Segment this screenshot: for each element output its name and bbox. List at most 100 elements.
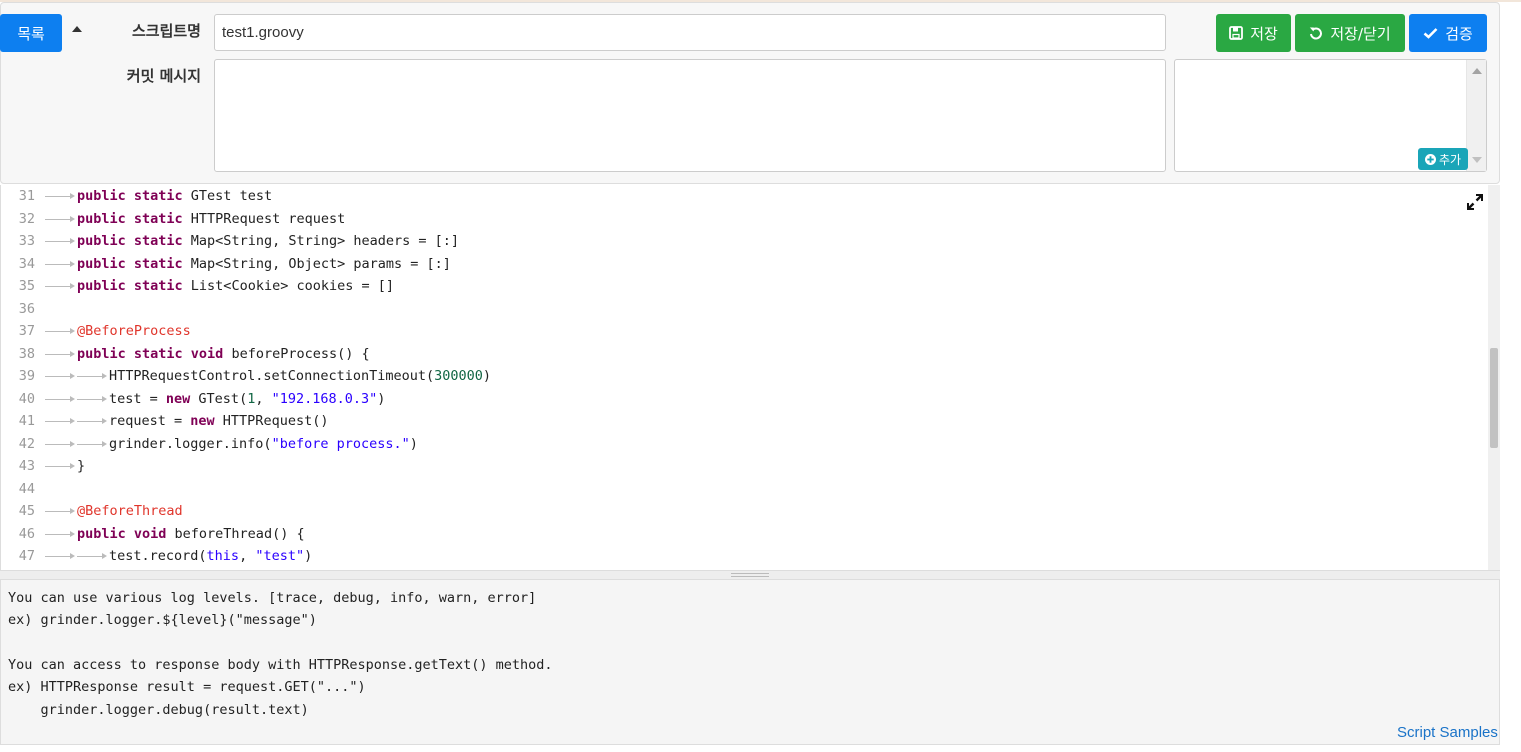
tab-arrow-icon <box>45 433 77 455</box>
code-line[interactable]: 45 @BeforeThread <box>1 500 1481 522</box>
scroll-down-icon[interactable] <box>1472 157 1482 163</box>
code-line[interactable]: 39 HTTPRequestControl.setConnectionTimeou… <box>1 365 1481 387</box>
tab-arrow-icon <box>77 545 109 567</box>
tab-arrow-icon <box>45 455 77 477</box>
save-button[interactable]: 저장 <box>1216 14 1291 52</box>
code-token: public static <box>77 188 183 204</box>
line-number: 38 <box>18 345 35 362</box>
code-line[interactable]: 31 public static GTest test <box>1 185 1481 207</box>
help-line: ex) grinder.logger.${level}("message") <box>8 612 317 628</box>
code-line[interactable]: 34 public static Map<String, Object> para… <box>1 253 1481 275</box>
code-token: beforeThread() { <box>166 525 305 542</box>
side-scrollbar[interactable] <box>1466 60 1486 171</box>
scroll-up-icon[interactable] <box>1472 68 1482 74</box>
code-text[interactable]: test.record(this, "test") <box>45 545 312 567</box>
code-line[interactable]: 38 public static void beforeProcess() { <box>1 343 1481 365</box>
code-line[interactable]: 43} <box>1 455 1481 477</box>
code-line[interactable]: 32 public static HTTPRequest request <box>1 208 1481 230</box>
code-text[interactable]: HTTPRequestControl.setConnectionTimeout(… <box>45 365 491 387</box>
code-line[interactable]: 36 <box>1 298 1481 320</box>
tab-arrow-icon <box>45 545 77 567</box>
code-line[interactable]: 42 grinder.logger.info("before process.") <box>1 433 1481 455</box>
code-line[interactable]: 44 <box>1 478 1481 500</box>
editor-scrollbar[interactable] <box>1488 185 1500 571</box>
code-line[interactable]: 47 test.record(this, "test") <box>1 545 1481 567</box>
line-number: 39 <box>18 368 35 384</box>
tab-arrow-icon <box>45 275 77 297</box>
code-token: "test" <box>255 548 305 564</box>
save-close-button[interactable]: 저장/닫기 <box>1295 14 1405 52</box>
save-label: 저장 <box>1250 24 1278 43</box>
help-line: You can use various log levels. [trace, … <box>8 590 537 606</box>
commit-message-textarea[interactable] <box>214 59 1166 172</box>
commit-message-label: 커밋 메시지 <box>126 67 201 85</box>
add-host-button[interactable]: 추가 <box>1418 148 1468 170</box>
tab-arrow-icon <box>45 320 77 342</box>
code-text[interactable]: grinder.logger.info("before process.") <box>45 433 418 455</box>
resize-grip-icon[interactable] <box>731 573 769 577</box>
code-line[interactable]: 35 public static List<Cookie> cookies = [… <box>1 275 1481 297</box>
code-text[interactable]: public void beforeThread() { <box>45 523 305 545</box>
code-token: @BeforeProcess <box>77 323 191 339</box>
code-token: public static void <box>77 345 224 362</box>
tab-arrow-icon <box>77 388 109 410</box>
script-name-label: 스크립트명 <box>131 22 201 40</box>
code-line[interactable]: 46 public void beforeThread() { <box>1 523 1481 545</box>
line-number: 42 <box>18 435 35 452</box>
code-token: , <box>255 390 272 407</box>
add-host-label: 추가 <box>1438 152 1462 167</box>
tab-arrow-icon <box>45 365 77 387</box>
line-number: 47 <box>18 548 35 564</box>
tab-arrow-icon <box>77 433 109 455</box>
line-number: 44 <box>18 480 35 497</box>
code-token: @BeforeThread <box>77 503 183 519</box>
code-text[interactable]: } <box>45 455 85 477</box>
script-name-input[interactable]: test1.groovy <box>214 14 1166 51</box>
list-button[interactable]: 목록 <box>0 14 62 52</box>
code-text[interactable]: public static Map<String, Object> params… <box>45 253 451 275</box>
code-token: "192.168.0.3" <box>271 390 378 407</box>
tab-arrow-icon <box>45 230 77 252</box>
code-text[interactable]: public static HTTPRequest request <box>45 208 345 230</box>
code-token: request = <box>109 413 191 429</box>
tab-arrow-icon <box>77 365 109 387</box>
script-samples-link[interactable]: Script Samples <box>1397 724 1498 741</box>
code-line[interactable]: 33 public static Map<String, String> head… <box>1 230 1481 252</box>
code-token: ) <box>304 548 313 564</box>
tab-arrow-icon <box>45 523 77 545</box>
line-number: 31 <box>18 188 35 204</box>
caret-up-icon[interactable] <box>72 26 82 32</box>
tab-arrow-icon <box>45 185 77 207</box>
line-number: 46 <box>18 525 35 542</box>
code-token: this <box>206 548 240 564</box>
line-number: 33 <box>18 233 35 249</box>
code-text[interactable]: public static GTest test <box>45 185 272 207</box>
code-line[interactable]: 37 @BeforeProcess <box>1 320 1481 342</box>
tab-arrow-icon <box>45 343 77 365</box>
code-editor[interactable]: 31 public static GTest test 32 public stati… <box>0 185 1500 571</box>
expand-arrows-icon[interactable] <box>1465 192 1485 212</box>
code-text[interactable]: public static Map<String, String> header… <box>45 230 459 252</box>
line-number: 32 <box>18 210 35 227</box>
code-token: GTest( <box>190 390 248 407</box>
code-token: test.record( <box>109 548 207 564</box>
floppy-disk-icon <box>1229 26 1244 40</box>
line-number: 36 <box>18 300 35 317</box>
code-text[interactable]: @BeforeProcess <box>45 320 191 342</box>
code-token: public static <box>77 278 183 294</box>
code-line[interactable]: 40 test = new GTest(1, "192.168.0.3") <box>1 388 1481 410</box>
code-token: beforeProcess() { <box>223 345 370 362</box>
code-token: public void <box>77 525 167 542</box>
panel-resize-handle[interactable] <box>0 570 1500 579</box>
validate-button[interactable]: 검증 <box>1409 14 1487 52</box>
code-text[interactable]: public static List<Cookie> cookies = [] <box>45 275 394 297</box>
code-text[interactable]: test = new GTest(1, "192.168.0.3") <box>45 388 385 410</box>
editor-scrollbar-thumb[interactable] <box>1490 348 1498 448</box>
code-text[interactable]: request = new HTTPRequest() <box>45 410 328 432</box>
code-token: test = <box>109 390 166 407</box>
code-text[interactable]: @BeforeThread <box>45 500 183 522</box>
line-number: 40 <box>18 390 35 407</box>
code-line[interactable]: 41 request = new HTTPRequest() <box>1 410 1481 432</box>
tab-arrow-icon <box>45 253 77 275</box>
code-text[interactable]: public static void beforeProcess() { <box>45 343 370 365</box>
